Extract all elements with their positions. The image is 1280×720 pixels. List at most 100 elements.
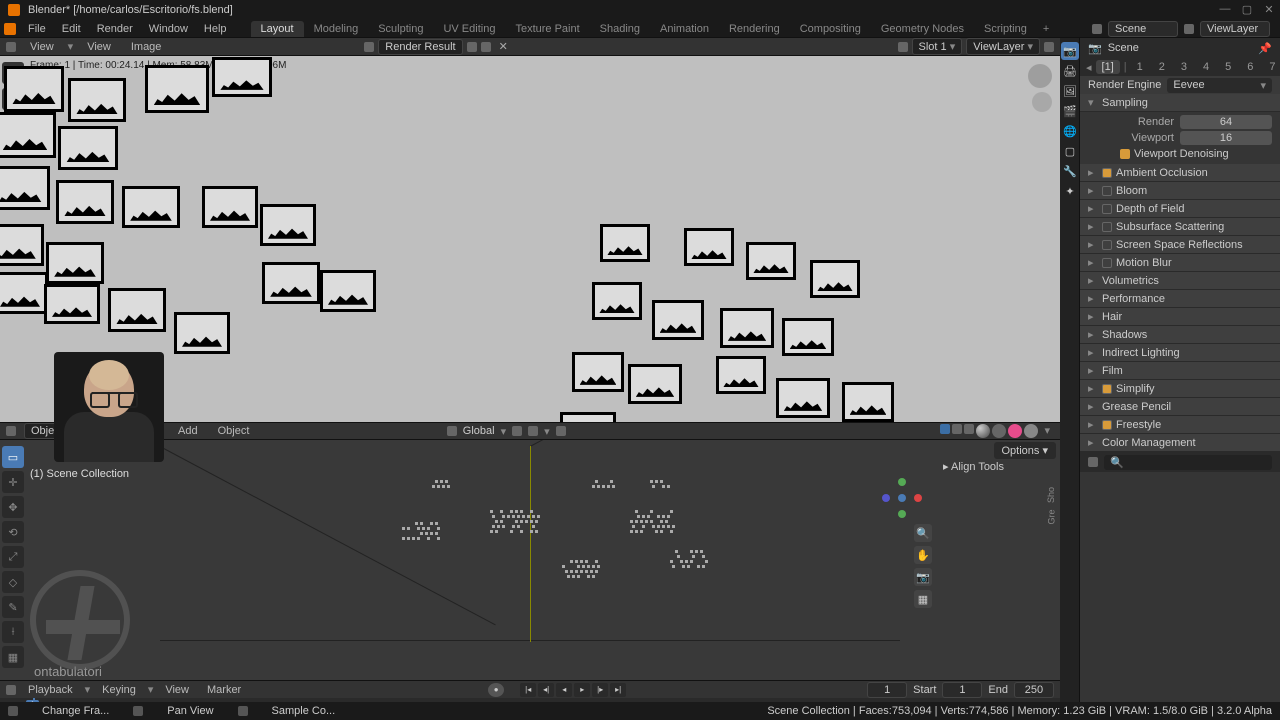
panel-checkbox[interactable]: [1102, 204, 1112, 214]
viewport-3d[interactable]: Options ▾ ▸ Align Tools ▭ ✛ ✥ ⟲ ⤢ ◇ ✎ ⟊ …: [0, 440, 1060, 680]
panel-checkbox[interactable]: [1102, 222, 1112, 232]
prev-keyframe-button[interactable]: ◂|: [538, 683, 554, 697]
workspace-tab-texture-paint[interactable]: Texture Paint: [505, 21, 589, 37]
prop-output-icon[interactable]: 🖨: [1061, 62, 1079, 80]
panel-subsurface-scattering[interactable]: ▸Subsurface Scattering: [1080, 218, 1280, 236]
workspace-tab-shading[interactable]: Shading: [590, 21, 650, 37]
vp-menu-object[interactable]: Object: [212, 424, 256, 438]
orbit-gizmo[interactable]: [882, 478, 922, 518]
menu-render[interactable]: Render: [89, 21, 141, 37]
pin-panel-icon[interactable]: 📌: [1258, 42, 1272, 55]
panel-color-management[interactable]: ▸Color Management: [1080, 434, 1280, 452]
options-dropdown[interactable]: Options ▾: [994, 442, 1057, 459]
overlay-toggle[interactable]: [952, 424, 962, 434]
panel-performance[interactable]: ▸Performance: [1080, 290, 1280, 308]
vp-menu-add[interactable]: Add: [172, 424, 204, 438]
image-datablock[interactable]: Render Result: [378, 39, 462, 55]
menu-file[interactable]: File: [20, 21, 54, 37]
property-search[interactable]: 🔍: [1104, 455, 1272, 470]
link-icon[interactable]: [467, 42, 477, 52]
workspace-tab-compositing[interactable]: Compositing: [790, 21, 871, 37]
sampling-render-input[interactable]: 64: [1180, 115, 1272, 129]
sampling-viewport-input[interactable]: 16: [1180, 131, 1272, 145]
tl-marker[interactable]: Marker: [201, 683, 247, 697]
scene-selector[interactable]: Scene: [1108, 21, 1178, 37]
workspace-tab-geometry-nodes[interactable]: Geometry Nodes: [871, 21, 974, 37]
tl-playback[interactable]: Playback: [22, 683, 79, 697]
prop-viewlayer-icon[interactable]: 🖼: [1061, 82, 1079, 100]
editor-type-icon[interactable]: [6, 42, 16, 52]
workspace-tab-sculpting[interactable]: Sculpting: [368, 21, 433, 37]
xray-toggle[interactable]: [964, 424, 974, 434]
next-keyframe-button[interactable]: |▸: [592, 683, 608, 697]
add-workspace-button[interactable]: +: [1037, 23, 1055, 35]
pivot-icon[interactable]: [512, 426, 522, 436]
move-tool[interactable]: ✥: [2, 496, 24, 518]
play-reverse-button[interactable]: ◂: [556, 683, 572, 697]
layer-chip-6[interactable]: 6: [1241, 61, 1259, 73]
viewport-denoise-checkbox[interactable]: [1120, 149, 1130, 159]
layer-chip[interactable]: [1]: [1096, 60, 1120, 74]
prop-world-icon[interactable]: 🌐: [1061, 122, 1079, 140]
add-tool[interactable]: ▦: [2, 646, 24, 668]
tab-sho[interactable]: Sho: [1046, 487, 1056, 503]
zoom-button[interactable]: 🔍: [914, 524, 932, 542]
select-tool[interactable]: ▭: [2, 446, 24, 468]
workspace-tab-animation[interactable]: Animation: [650, 21, 719, 37]
scale-tool[interactable]: ⤢: [2, 546, 24, 568]
proportional-icon[interactable]: [556, 426, 566, 436]
panel-shadows[interactable]: ▸Shadows: [1080, 326, 1280, 344]
panel-volumetrics[interactable]: ▸Volumetrics: [1080, 272, 1280, 290]
panel-checkbox[interactable]: [1102, 168, 1112, 178]
layer-chip-1[interactable]: 1: [1131, 61, 1149, 73]
nav-gizmo[interactable]: [1028, 64, 1052, 88]
layer-chip-2[interactable]: 2: [1153, 61, 1171, 73]
layer-chip-5[interactable]: 5: [1219, 61, 1237, 73]
viewlayer-selector[interactable]: ViewLayer: [1200, 21, 1270, 37]
editor-type-3d-icon[interactable]: [6, 426, 16, 436]
panel-simplify[interactable]: ▸Simplify: [1080, 380, 1280, 398]
panel-screen-space-reflections[interactable]: ▸Screen Space Reflections: [1080, 236, 1280, 254]
panel-hair[interactable]: ▸Hair: [1080, 308, 1280, 326]
prop-scene-icon[interactable]: 🎬: [1061, 102, 1079, 120]
minimize-button[interactable]: —: [1218, 2, 1232, 16]
camera-button[interactable]: 📷: [914, 568, 932, 586]
menu-edit[interactable]: Edit: [54, 21, 89, 37]
transform-tool[interactable]: ◇: [2, 571, 24, 593]
panel-indirect-lighting[interactable]: ▸Indirect Lighting: [1080, 344, 1280, 362]
rotate-tool[interactable]: ⟲: [2, 521, 24, 543]
align-tools-panel[interactable]: ▸ Align Tools: [943, 460, 1004, 473]
panel-checkbox[interactable]: [1102, 420, 1112, 430]
pin-icon[interactable]: [481, 42, 491, 52]
panel-checkbox[interactable]: [1102, 384, 1112, 394]
start-frame-input[interactable]: 1: [942, 682, 982, 698]
workspace-tab-uv-editing[interactable]: UV Editing: [433, 21, 505, 37]
panel-bloom[interactable]: ▸Bloom: [1080, 182, 1280, 200]
shade-material[interactable]: [1008, 424, 1022, 438]
annotate-tool-3d[interactable]: ✎: [2, 596, 24, 618]
workspace-tab-rendering[interactable]: Rendering: [719, 21, 790, 37]
perspective-button[interactable]: ▦: [914, 590, 932, 608]
layer-chip-4[interactable]: 4: [1197, 61, 1215, 73]
current-frame-input[interactable]: 1: [867, 682, 907, 698]
panel-sampling[interactable]: ▾Sampling: [1080, 94, 1280, 112]
workspace-tab-layout[interactable]: Layout: [251, 21, 304, 37]
measure-tool[interactable]: ⟊: [2, 621, 24, 643]
panel-film[interactable]: ▸Film: [1080, 362, 1280, 380]
panel-ambient-occlusion[interactable]: ▸Ambient Occlusion: [1080, 164, 1280, 182]
layer-chip-7[interactable]: 7: [1263, 61, 1280, 73]
tl-view[interactable]: View: [159, 683, 195, 697]
panel-checkbox[interactable]: [1102, 186, 1112, 196]
panel-grease-pencil[interactable]: ▸Grease Pencil: [1080, 398, 1280, 416]
tl-keying[interactable]: Keying: [96, 683, 142, 697]
shade-wireframe[interactable]: [976, 424, 990, 438]
display-channels-icon[interactable]: [898, 42, 908, 52]
nav-zoom[interactable]: [1032, 92, 1052, 112]
tab-gre[interactable]: Gre: [1046, 509, 1056, 524]
panel-checkbox[interactable]: [1102, 240, 1112, 250]
img-menu-image[interactable]: Image: [125, 40, 168, 54]
workspace-tab-modeling[interactable]: Modeling: [304, 21, 369, 37]
editor-type-prop-icon[interactable]: [1088, 457, 1098, 467]
prop-modifier-icon[interactable]: 🔧: [1061, 162, 1079, 180]
shade-rendered[interactable]: [1024, 424, 1038, 438]
